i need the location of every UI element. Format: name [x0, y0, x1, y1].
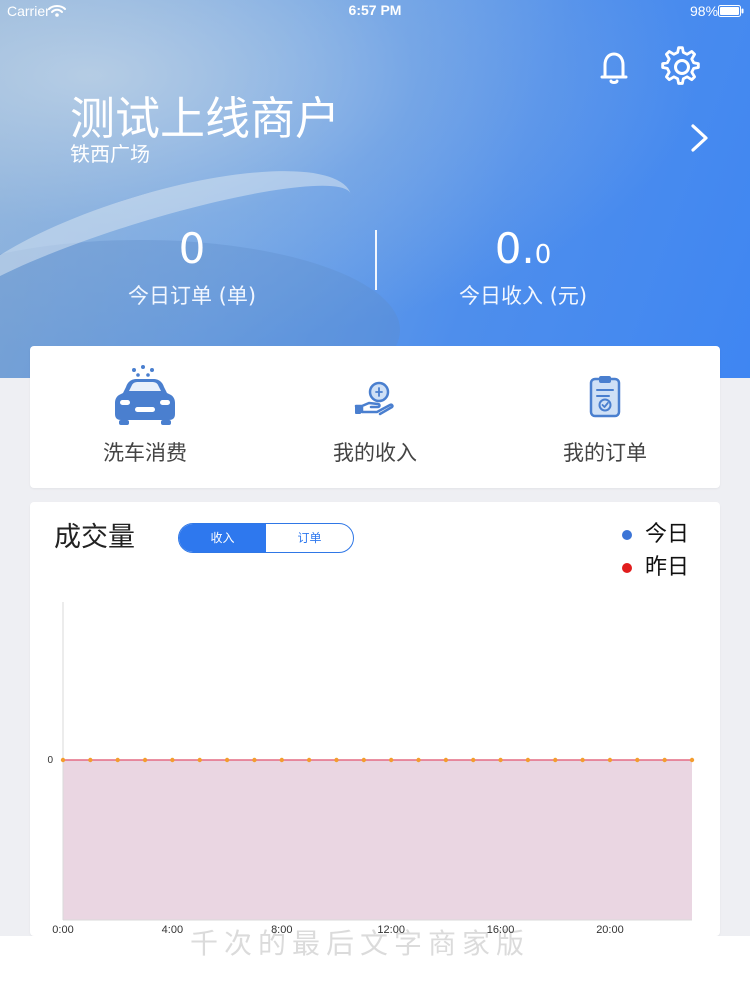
app-screen: Carrier 6:57 PM 98% 测试上线商户 铁西广场 0 今日订单 (…: [0, 0, 750, 1000]
data-point-today-23: [689, 757, 695, 763]
data-point-today-21: [635, 757, 640, 763]
today-income-stat: 0.0 今日收入 (元): [398, 224, 648, 311]
bottom-faded-text: 千次的最后文字商家版: [190, 927, 531, 960]
data-point-today-6: [224, 757, 230, 763]
merchant-location: 铁西广场: [70, 142, 150, 166]
x-tick-label-5: 20:00: [596, 924, 624, 936]
today-orders-stat: 0 今日订单 (单): [67, 224, 317, 311]
car-wash-label: 洗车消费: [103, 441, 187, 465]
stats-divider: [375, 230, 377, 290]
quick-actions-card: 洗车消费 我的收入 我的订单: [30, 346, 720, 488]
header-banner: Carrier 6:57 PM 98% 测试上线商户 铁西广场 0 今日订单 (…: [0, 0, 750, 378]
carrier-label: Carrier: [7, 3, 50, 19]
x-tick-label-1: 4:00: [162, 924, 183, 936]
data-point-today-11: [361, 757, 367, 763]
y-tick-label-0: 0: [47, 755, 53, 766]
income-hand-icon: [354, 381, 394, 416]
my-income-label: 我的收入: [333, 441, 417, 465]
today-income-value-decimal: 0: [534, 240, 552, 270]
battery-icon: [718, 5, 744, 17]
gear-icon[interactable]: [659, 45, 705, 89]
data-point-today-16: [498, 757, 503, 763]
today-orders-value: 0: [67, 224, 317, 280]
car-wash-icon: [115, 365, 175, 425]
data-point-today-7: [252, 757, 257, 763]
chevron-right-icon[interactable]: [682, 118, 718, 158]
data-point-today-12: [388, 757, 394, 763]
status-bar: Carrier 6:57 PM 98%: [0, 0, 750, 22]
today-income-value-main: 0.: [494, 224, 535, 273]
data-point-today-19: [580, 757, 585, 763]
today-orders-value-main: 0: [178, 224, 206, 273]
order-clipboard-icon: [589, 376, 621, 418]
series-area-fill: [63, 760, 692, 920]
data-point-today-14: [443, 757, 449, 763]
transaction-chart-card: 成交量 收入 订单 今日 昨日 0 0:00 4:00 8:00 12:00 16:00 2…: [30, 502, 720, 936]
data-point-today-9: [306, 757, 312, 763]
wifi-icon: [48, 5, 66, 17]
data-point-today-10: [334, 757, 339, 763]
data-point-today-18: [553, 757, 558, 763]
my-income-button[interactable]: 我的收入: [275, 346, 475, 488]
data-point-today-20: [607, 757, 613, 763]
bell-icon[interactable]: [591, 45, 637, 89]
my-orders-label: 我的订单: [563, 441, 647, 465]
my-orders-button[interactable]: 我的订单: [505, 346, 705, 488]
data-point-today-15: [471, 757, 476, 763]
data-point-today-22: [662, 757, 667, 763]
status-time: 6:57 PM: [348, 2, 402, 18]
data-point-today-17: [525, 757, 531, 763]
data-point-today-5: [197, 757, 202, 763]
today-income-value: 0.0: [398, 224, 648, 280]
data-point-today-4: [170, 757, 175, 763]
x-tick-label-0: 0:00: [52, 924, 73, 936]
data-point-today-0: [60, 757, 66, 763]
transaction-area-chart: 00:00 4:00 8:00 12:00 16:00 20:00: [47, 602, 695, 936]
data-point-today-13: [416, 757, 421, 763]
today-income-label: 今日收入 (元): [458, 284, 588, 308]
data-point-today-2: [115, 757, 120, 763]
data-point-today-3: [142, 757, 148, 763]
data-point-today-8: [279, 757, 284, 763]
car-wash-button[interactable]: 洗车消费: [45, 346, 245, 488]
data-point-today-1: [88, 757, 93, 763]
today-orders-label: 今日订单 (单): [127, 284, 257, 308]
battery-percentage: 98%: [690, 3, 719, 19]
